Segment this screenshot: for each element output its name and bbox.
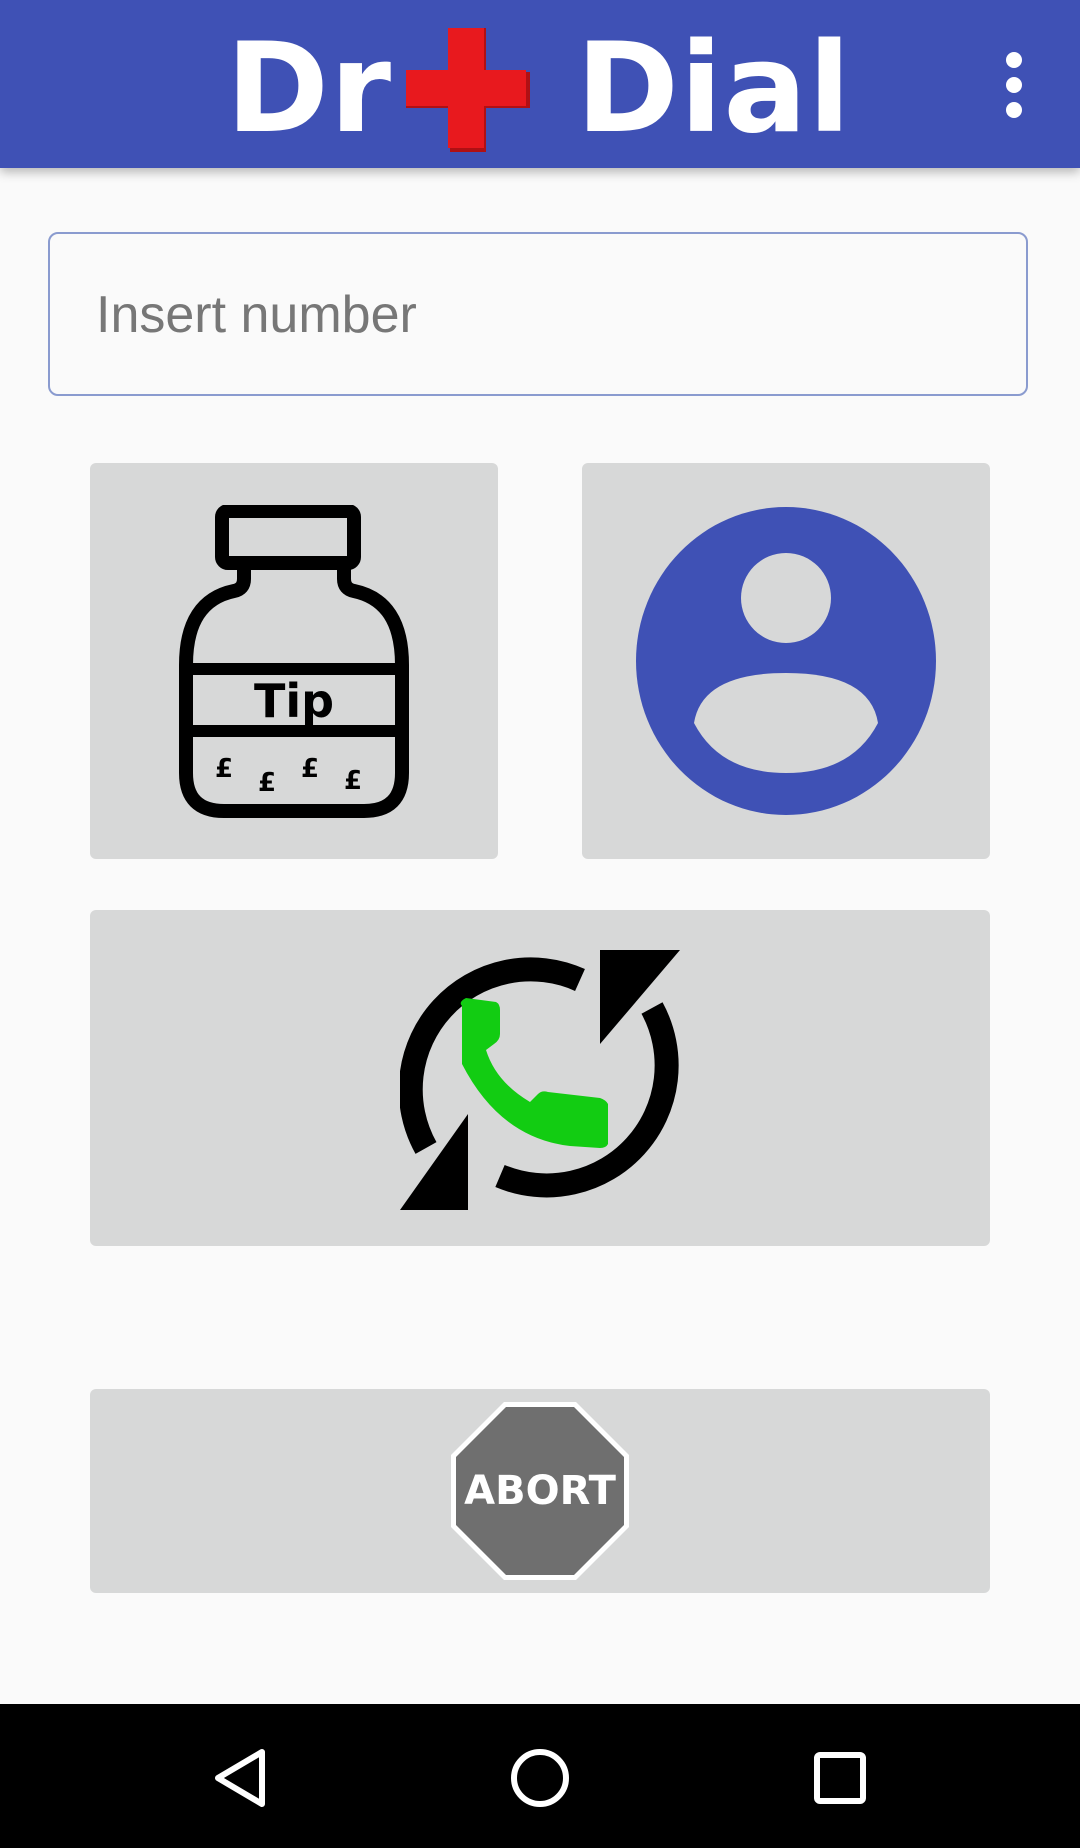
- redial-button[interactable]: [90, 910, 990, 1246]
- coin-symbol: £: [215, 754, 233, 784]
- recents-square-icon[interactable]: [808, 1746, 872, 1810]
- contacts-button[interactable]: [582, 463, 990, 859]
- more-vert-icon[interactable]: [982, 40, 1046, 130]
- coin-symbol: £: [344, 766, 362, 796]
- redial-phone-icon: [400, 950, 680, 1210]
- coin-symbol: £: [258, 768, 276, 798]
- home-circle-icon[interactable]: [508, 1746, 572, 1810]
- tip-button[interactable]: Tip £ £ £ £: [90, 463, 498, 859]
- number-input[interactable]: [94, 274, 978, 356]
- abort-button[interactable]: ABORT: [90, 1389, 990, 1593]
- tip-jar-icon: Tip £ £ £ £: [179, 505, 409, 818]
- coin-symbol: £: [301, 754, 319, 784]
- tip-jar-label: Tip: [254, 674, 334, 728]
- back-triangle-icon[interactable]: [208, 1746, 272, 1810]
- contact-avatar-icon: [636, 507, 936, 815]
- app-title-right: Dial: [576, 17, 852, 161]
- red-cross-icon: [406, 28, 530, 152]
- stop-sign-icon: ABORT: [451, 1402, 629, 1580]
- app-title-left: Dr: [226, 17, 393, 161]
- system-nav-bar: [0, 1704, 1080, 1848]
- app-bar: Dr Dial: [0, 0, 1080, 168]
- abort-label: ABORT: [464, 1468, 616, 1514]
- number-input-box[interactable]: [48, 232, 1028, 396]
